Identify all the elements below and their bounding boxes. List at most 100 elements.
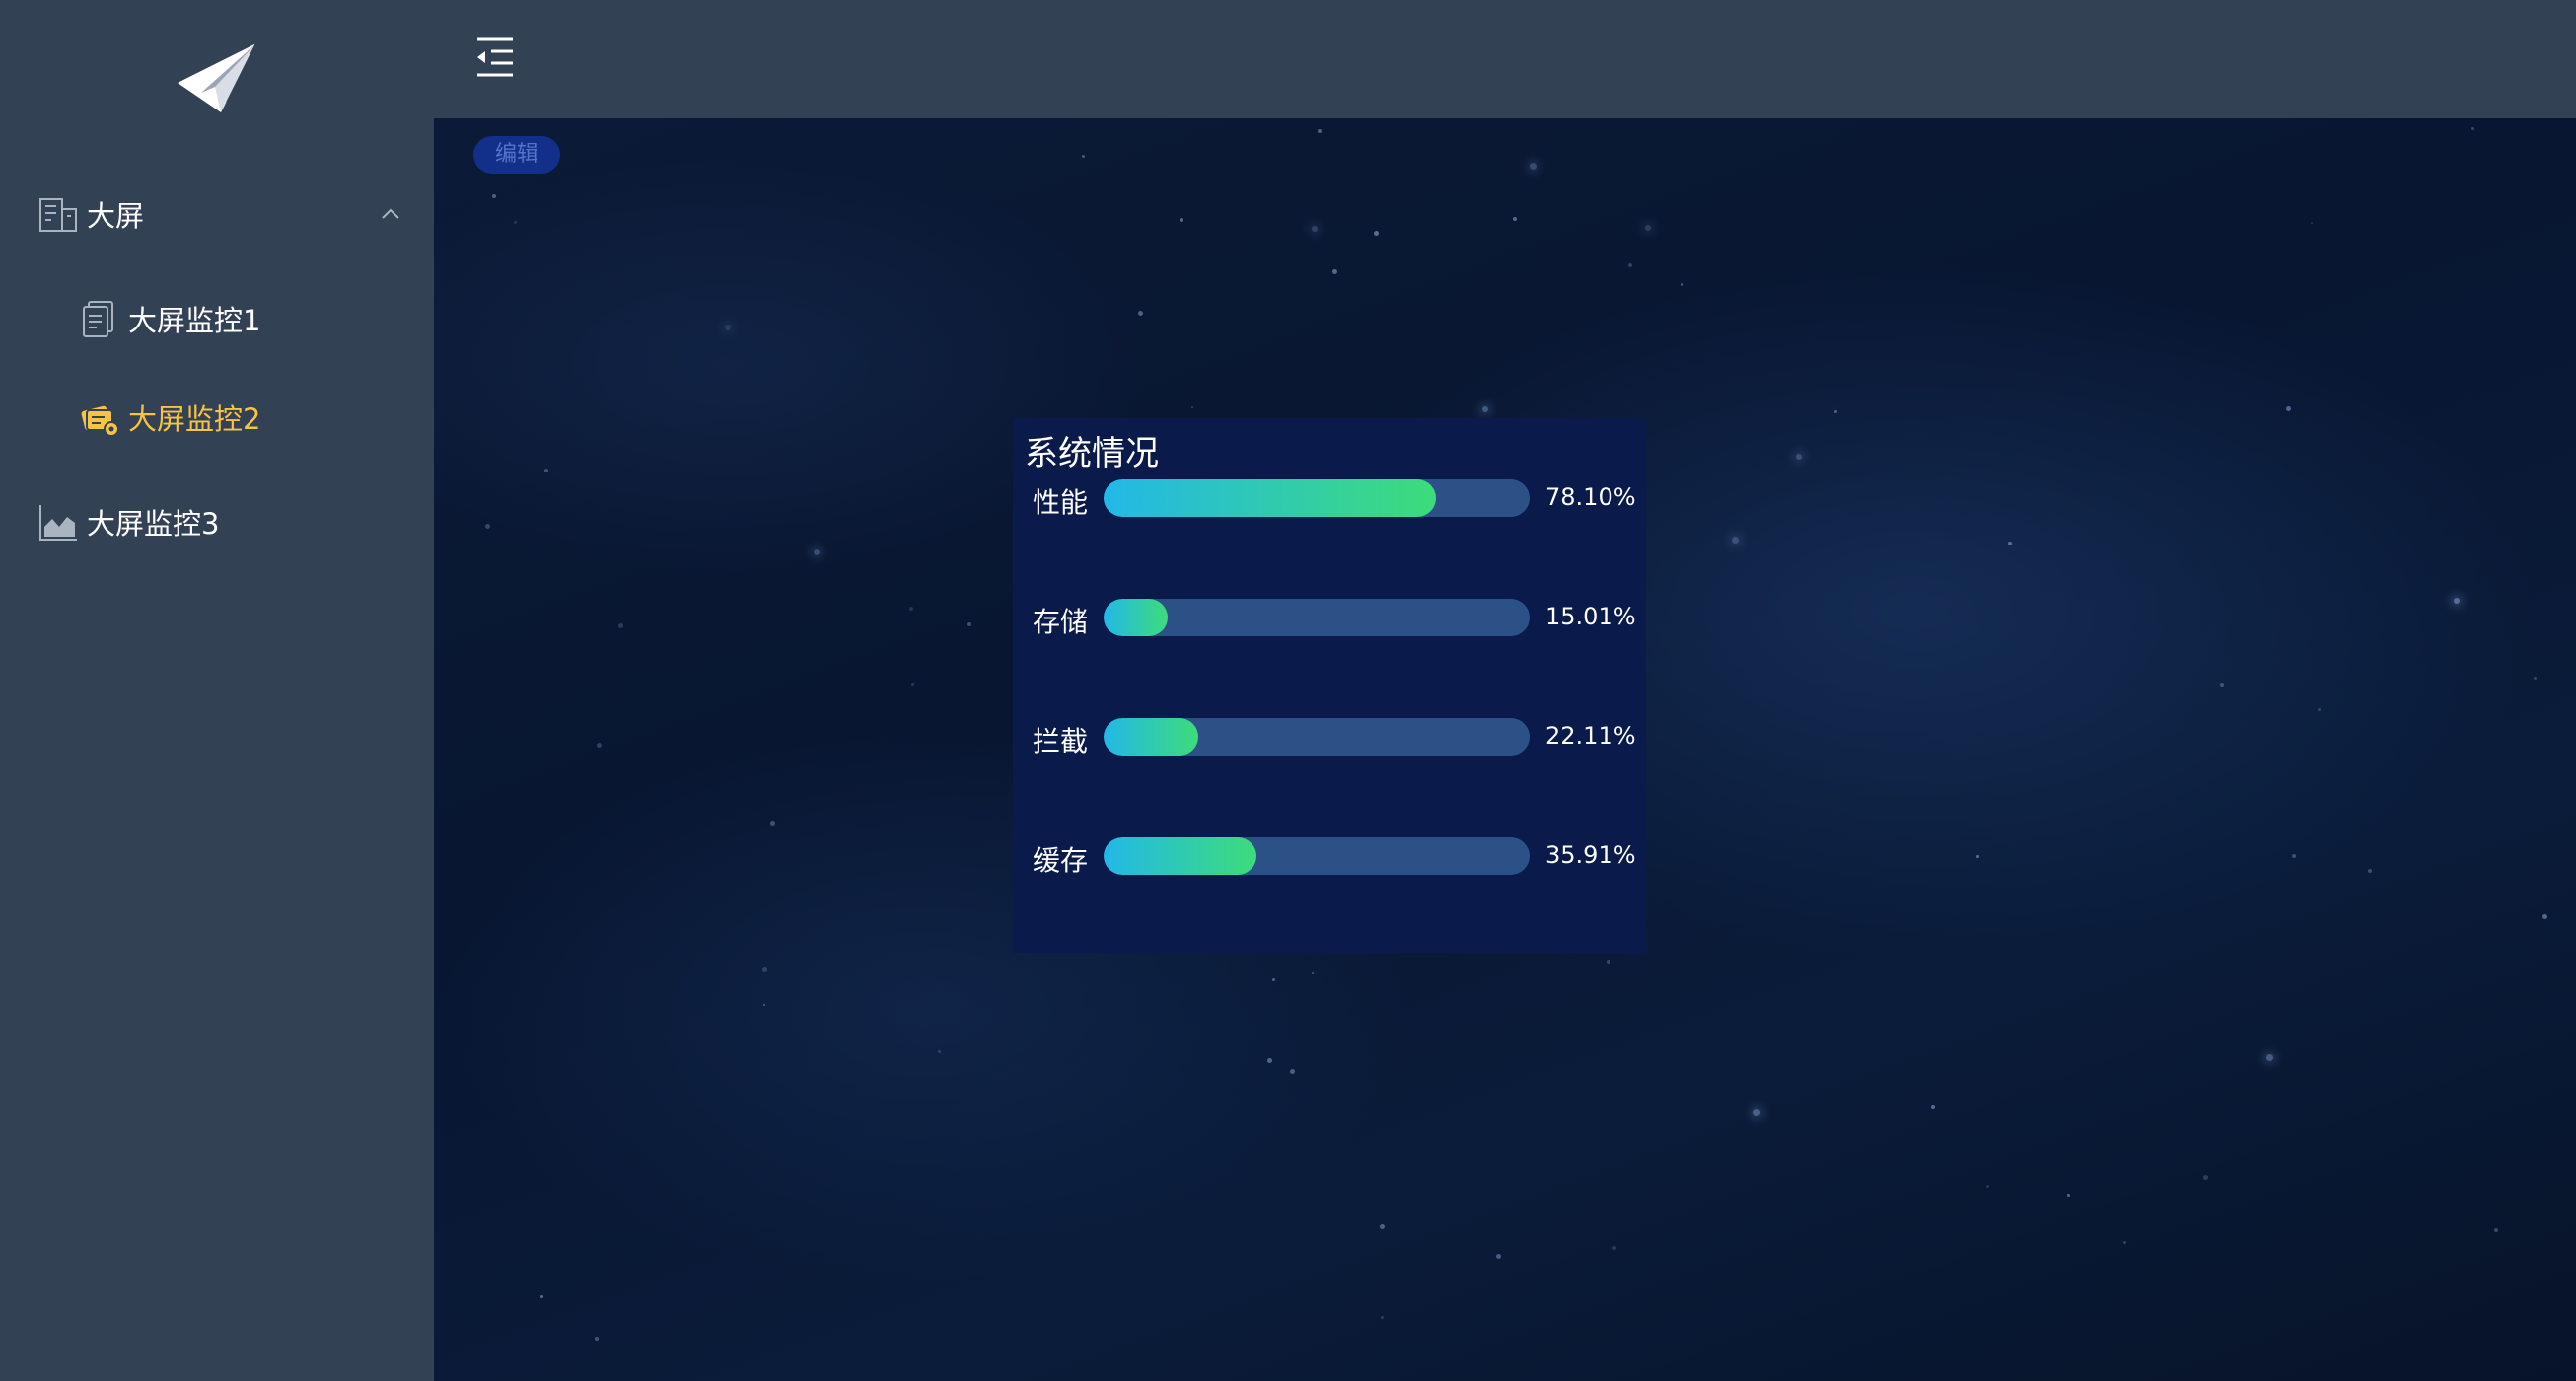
panel-title: 系统情况 [1025,434,1159,473]
progress-track [1104,479,1530,517]
star-dot [1986,1185,1989,1188]
star-dot [2494,1228,2498,1232]
star-dot [967,622,971,626]
row-value: 15.01% [1545,603,1636,630]
star-dot [762,967,767,972]
star-dot [1645,225,1651,231]
star-dot [725,325,731,330]
star-dot [1976,855,1979,858]
row-label: 拦截 [1033,725,1089,758]
star-dot [2292,854,2296,858]
progress-fill [1104,718,1198,756]
star-dot [485,524,490,529]
star-dot [2067,1194,2070,1197]
row-value: 22.11% [1545,722,1636,750]
status-row-cache: 缓存 35.91% [1013,837,1646,877]
star-dot [1191,406,1193,408]
star-dot [1628,263,1632,267]
star-dot [2534,677,2537,680]
menu-fold-icon[interactable] [473,36,517,79]
system-status-panel: 系统情况 性能 78.10% 存储 15.01% 拦截 22.11% 缓存 35… [1013,418,1646,953]
sidebar-group-dapin[interactable]: 大屏 [37,193,402,235]
main-canvas: 编辑 系统情况 性能 78.10% 存储 15.01% 拦截 22.11% 缓存… [434,118,2576,1381]
star-dot [544,469,548,472]
star-dot [2220,683,2224,687]
star-dot [1381,1316,1384,1319]
progress-fill [1104,599,1168,636]
star-dot [1290,1069,1295,1074]
star-dot [2368,869,2372,873]
sidebar: 大屏 大屏监控1 大屏监控2 大屏监控3 [0,0,434,1381]
star-dot [2318,708,2321,711]
sidebar-item-monitor-2[interactable]: 大屏监控2 [79,397,260,438]
progress-fill [1104,479,1436,517]
sidebar-item-label: 大屏监控3 [87,507,220,541]
star-dot [597,743,602,748]
star-dot [1607,960,1610,964]
star-dot [1312,972,1314,974]
star-dot [770,821,775,826]
progress-fill [1104,837,1256,875]
star-dot [540,1295,543,1298]
sidebar-item-monitor-3[interactable]: 大屏监控3 [37,501,219,543]
star-dot [911,683,914,686]
top-bar [434,0,2576,118]
status-row-interception: 拦截 22.11% [1013,718,1646,758]
star-dot [1318,129,1322,133]
status-row-storage: 存储 15.01% [1013,599,1646,638]
star-dot [2008,542,2012,545]
star-dot [1796,454,1802,460]
star-dot [1681,283,1683,286]
chevron-up-icon [379,199,402,223]
star-dot [1612,1246,1616,1250]
row-value: 78.10% [1545,483,1636,511]
star-dot [1380,1224,1385,1229]
star-dot [763,1004,765,1006]
star-dot [2542,914,2547,919]
star-dot [1180,218,1183,222]
star-dot [1530,163,1537,170]
edit-button[interactable]: 编辑 [473,136,560,174]
star-dot [2471,127,2474,130]
document-icon [79,298,120,339]
progress-track [1104,837,1530,875]
progress-track [1104,599,1530,636]
star-dot [1732,537,1739,544]
progress-track [1104,718,1530,756]
star-dot [618,623,623,628]
star-dot [1374,231,1379,236]
star-dot [814,549,820,555]
star-dot [1272,978,1275,981]
row-value: 35.91% [1545,841,1636,869]
star-dot [1482,406,1488,412]
star-dot [2286,406,2291,411]
building-icon [37,193,79,235]
sidebar-item-monitor-1[interactable]: 大屏监控1 [79,298,260,339]
star-dot [909,607,913,611]
star-dot [2203,1175,2208,1180]
star-dot [1332,269,1337,274]
status-row-performance: 性能 78.10% [1013,479,1646,519]
star-dot [2266,1054,2273,1061]
star-dot [1082,155,1085,158]
star-dot [2311,222,2313,224]
star-dot [1312,226,1318,232]
star-dot [1753,1109,1760,1116]
sidebar-item-label: 大屏监控1 [128,304,261,337]
star-dot [1513,217,1517,221]
star-dot [1931,1105,1935,1109]
star-dot [1496,1254,1501,1259]
cards-icon [79,397,120,438]
row-label: 存储 [1033,606,1089,638]
app-root: 大屏 大屏监控1 大屏监控2 大屏监控3 编辑 系统情况 性能 78.10% 存… [0,0,2576,1381]
star-dot [2123,1241,2126,1244]
star-dot [1267,1058,1272,1063]
paper-plane-icon[interactable] [176,39,258,114]
star-dot [2454,598,2460,604]
row-label: 缓存 [1033,844,1089,877]
sidebar-item-label: 大屏监控2 [128,402,261,436]
star-dot [938,1050,941,1053]
star-dot [514,221,517,224]
row-label: 性能 [1033,486,1089,519]
sidebar-group-label: 大屏 [87,199,145,233]
